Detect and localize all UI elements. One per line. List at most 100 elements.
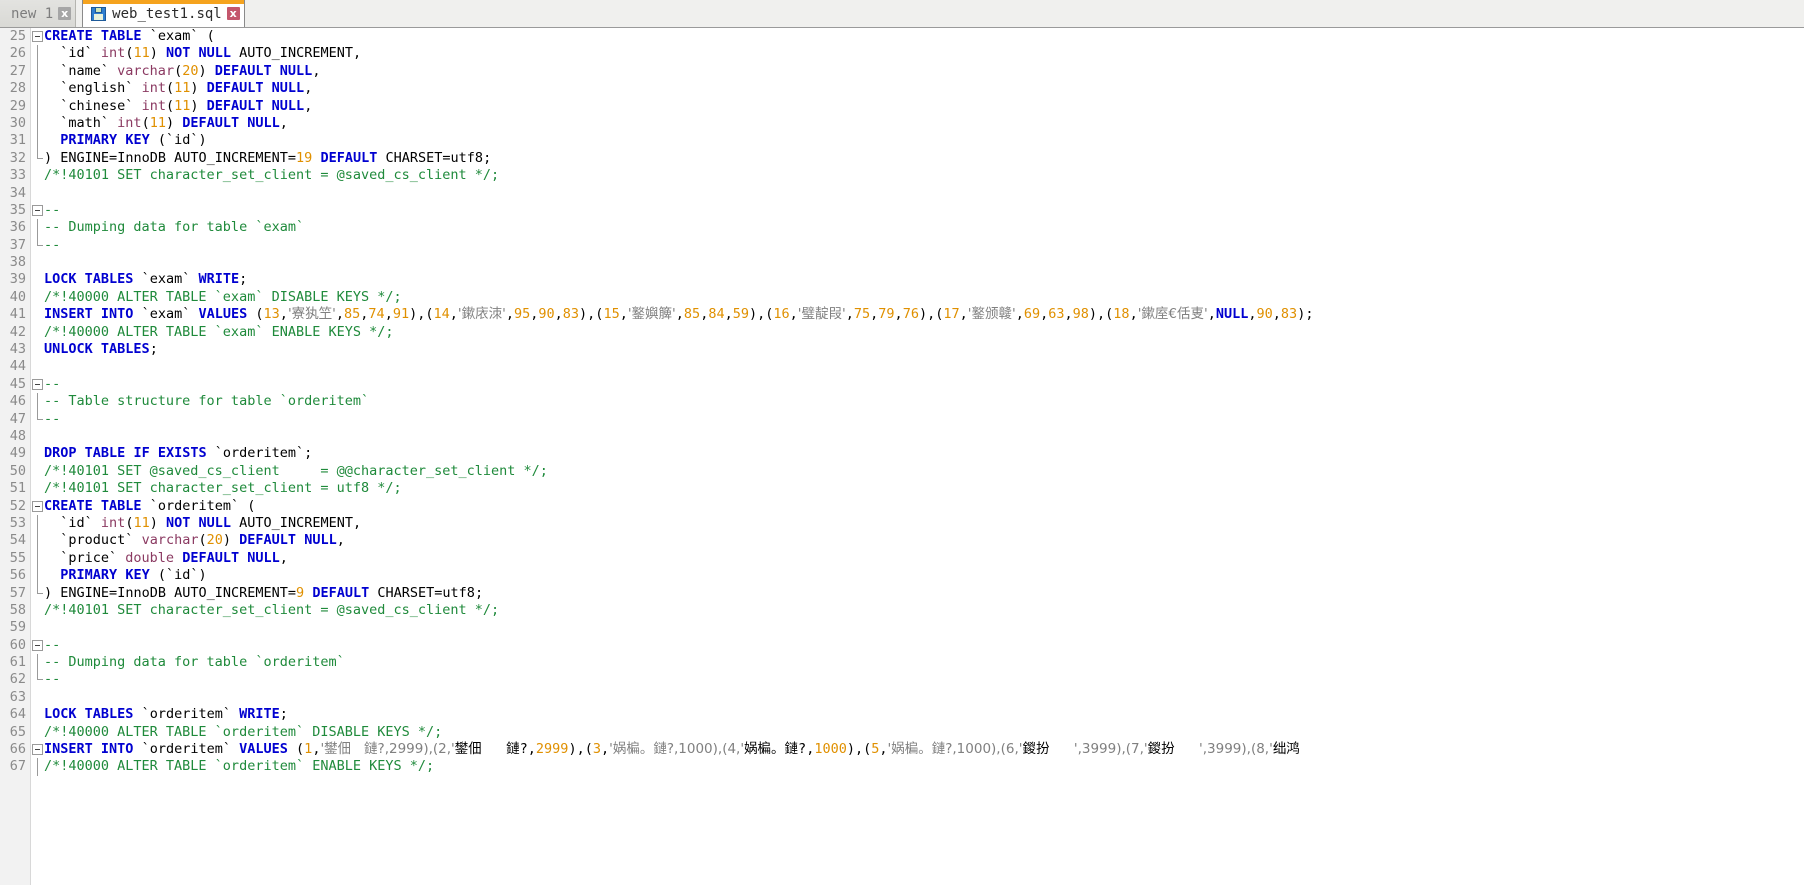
code-line[interactable]: 66 INSERT INTO `orderitem` VALUES (1,'鐢佃 …: [0, 741, 1804, 758]
code-line[interactable]: 45 --: [0, 376, 1804, 393]
tab-new-1[interactable]: new 1 x: [0, 0, 77, 27]
code-line-text: `product` varchar(20) DEFAULT NULL,: [44, 532, 345, 549]
line-number: 53: [9, 514, 26, 531]
code-line[interactable]: 37 --: [0, 236, 1804, 254]
code-line[interactable]: 25 CREATE TABLE `exam` (: [0, 28, 1804, 45]
code-line-text: -- Dumping data for table `orderitem`: [44, 654, 345, 671]
fold-line-icon: [37, 62, 38, 81]
fold-collapse-icon[interactable]: [32, 744, 43, 756]
line-number: 67: [9, 758, 26, 775]
line-number: 46: [9, 393, 26, 410]
code-line[interactable]: 58 /*!40101 SET character_set_client = @s…: [0, 602, 1804, 619]
code-line[interactable]: 54 `product` varchar(20) DEFAULT NULL,: [0, 532, 1804, 550]
code-line-text: /*!40000 ALTER TABLE `orderitem` DISABLE…: [44, 723, 443, 740]
code-line[interactable]: 38: [0, 254, 1804, 271]
code-line-text: --: [44, 636, 61, 653]
code-line[interactable]: 34: [0, 185, 1804, 202]
code-line[interactable]: 65 /*!40000 ALTER TABLE `orderitem` DISAB…: [0, 724, 1804, 741]
fold-collapse-icon[interactable]: [32, 639, 43, 651]
line-number: 45: [9, 375, 26, 392]
code-line-text: `price` double DEFAULT NULL,: [44, 549, 288, 566]
fold-collapse-icon[interactable]: [32, 500, 43, 512]
fold-line-icon: [37, 514, 38, 533]
code-line[interactable]: 48: [0, 428, 1804, 445]
code-line-text: --: [44, 375, 61, 392]
code-line[interactable]: 52 CREATE TABLE `orderitem` (: [0, 498, 1804, 515]
code-line-text: INSERT INTO `exam` VALUES (13,'寮犱笁',85,7…: [44, 306, 1314, 323]
close-icon[interactable]: x: [58, 7, 72, 20]
line-number: 50: [9, 462, 26, 479]
code-line-text: --: [44, 201, 61, 218]
code-line-text: `english` int(11) DEFAULT NULL,: [44, 80, 313, 97]
code-line-text: /*!40101 SET character_set_client = @sav…: [44, 167, 500, 184]
code-line[interactable]: 64 LOCK TABLES `orderitem` WRITE;: [0, 706, 1804, 723]
tab-web-test1-sql[interactable]: web_test1.sql x: [82, 0, 245, 27]
code-line[interactable]: 40 /*!40000 ALTER TABLE `exam` DISABLE KE…: [0, 289, 1804, 306]
fold-line-icon: [37, 584, 43, 594]
code-line[interactable]: 60 --: [0, 637, 1804, 654]
code-line[interactable]: 57) ENGINE=InnoDB AUTO_INCREMENT=9 DEFAU…: [0, 584, 1804, 602]
line-number: 43: [9, 341, 26, 358]
fold-collapse-icon[interactable]: [32, 31, 43, 42]
code-area[interactable]: 25 CREATE TABLE `exam` (26 `id` int(11) N…: [0, 28, 1804, 885]
tab-bar: new 1 x web_test1.sql x: [0, 0, 1804, 28]
line-number: 25: [9, 28, 26, 44]
code-line[interactable]: 62 --: [0, 671, 1804, 688]
code-line[interactable]: 50 /*!40101 SET @saved_cs_client = @@char…: [0, 463, 1804, 480]
close-icon[interactable]: x: [226, 7, 240, 20]
code-line-text: CREATE TABLE `orderitem` (: [44, 497, 256, 514]
code-line[interactable]: 42 /*!40000 ALTER TABLE `exam` ENABLE KEY…: [0, 324, 1804, 341]
code-line[interactable]: 31 PRIMARY KEY (`id`): [0, 132, 1804, 150]
code-line[interactable]: 55 `price` double DEFAULT NULL,: [0, 549, 1804, 568]
line-number: 32: [9, 149, 26, 166]
fold-line-icon: [37, 393, 38, 411]
code-line[interactable]: 59: [0, 619, 1804, 636]
line-number: 51: [9, 480, 26, 497]
code-line-text: /*!40101 SET character_set_client = utf8…: [44, 480, 402, 497]
code-line-text: /*!40000 ALTER TABLE `orderitem` ENABLE …: [44, 758, 435, 775]
code-line-text: ) ENGINE=InnoDB AUTO_INCREMENT=19 DEFAUL…: [44, 149, 492, 166]
fold-collapse-icon[interactable]: [32, 204, 43, 216]
code-line[interactable]: 26 `id` int(11) NOT NULL AUTO_INCREMENT,: [0, 45, 1804, 63]
code-line[interactable]: 43 UNLOCK TABLES;: [0, 341, 1804, 358]
line-number: 62: [9, 671, 26, 688]
fold-line-icon: [37, 80, 38, 98]
line-number: 34: [9, 184, 26, 201]
code-line[interactable]: 51 /*!40101 SET character_set_client = ut…: [0, 480, 1804, 497]
code-line[interactable]: 28 `english` int(11) DEFAULT NULL,: [0, 80, 1804, 98]
fold-collapse-icon[interactable]: [32, 378, 43, 390]
line-number: 54: [9, 532, 26, 549]
code-line[interactable]: 36 -- Dumping data for table `exam`: [0, 219, 1804, 237]
line-number: 39: [9, 271, 26, 288]
code-line-text: CREATE TABLE `exam` (: [44, 28, 215, 44]
code-line[interactable]: 41 INSERT INTO `exam` VALUES (13,'寮犱笁',85…: [0, 306, 1804, 323]
code-line[interactable]: 29 `chinese` int(11) DEFAULT NULL,: [0, 97, 1804, 115]
fold-line-icon: [37, 654, 38, 672]
line-number: 59: [9, 619, 26, 636]
line-number: 55: [9, 549, 26, 566]
code-line[interactable]: 53 `id` int(11) NOT NULL AUTO_INCREMENT,: [0, 514, 1804, 533]
code-line[interactable]: 39 LOCK TABLES `exam` WRITE;: [0, 271, 1804, 288]
fold-line-icon: [37, 149, 43, 159]
code-line[interactable]: 56 PRIMARY KEY (`id`): [0, 567, 1804, 585]
code-line[interactable]: 30 `math` int(11) DEFAULT NULL,: [0, 114, 1804, 133]
code-line[interactable]: 49 DROP TABLE IF EXISTS `orderitem`;: [0, 445, 1804, 462]
fold-line-icon: [37, 532, 38, 550]
code-line[interactable]: 67 /*!40000 ALTER TABLE `orderitem` ENABL…: [0, 758, 1804, 776]
code-line[interactable]: 33 /*!40101 SET character_set_client = @s…: [0, 167, 1804, 184]
code-line[interactable]: 32 ) ENGINE=InnoDB AUTO_INCREMENT=19 DEFA…: [0, 149, 1804, 167]
code-editor[interactable]: 25 CREATE TABLE `exam` (26 `id` int(11) N…: [0, 28, 1804, 885]
code-line-text: UNLOCK TABLES;: [44, 341, 158, 358]
code-line[interactable]: 61 -- Dumping data for table `orderitem`: [0, 654, 1804, 672]
line-number: 65: [9, 723, 26, 740]
code-line[interactable]: 46 -- Table structure for table `orderite…: [0, 393, 1804, 411]
code-line-text: PRIMARY KEY (`id`): [60, 132, 207, 149]
code-line[interactable]: 63: [0, 689, 1804, 706]
code-line[interactable]: 47 --: [0, 410, 1804, 428]
code-line[interactable]: 35 --: [0, 202, 1804, 219]
code-line[interactable]: 44: [0, 358, 1804, 375]
fold-line-icon: [37, 758, 38, 776]
line-number: 27: [9, 62, 26, 79]
line-number: 28: [9, 80, 26, 97]
code-line[interactable]: 27 `name` varchar(20) DEFAULT NULL,: [0, 62, 1804, 81]
